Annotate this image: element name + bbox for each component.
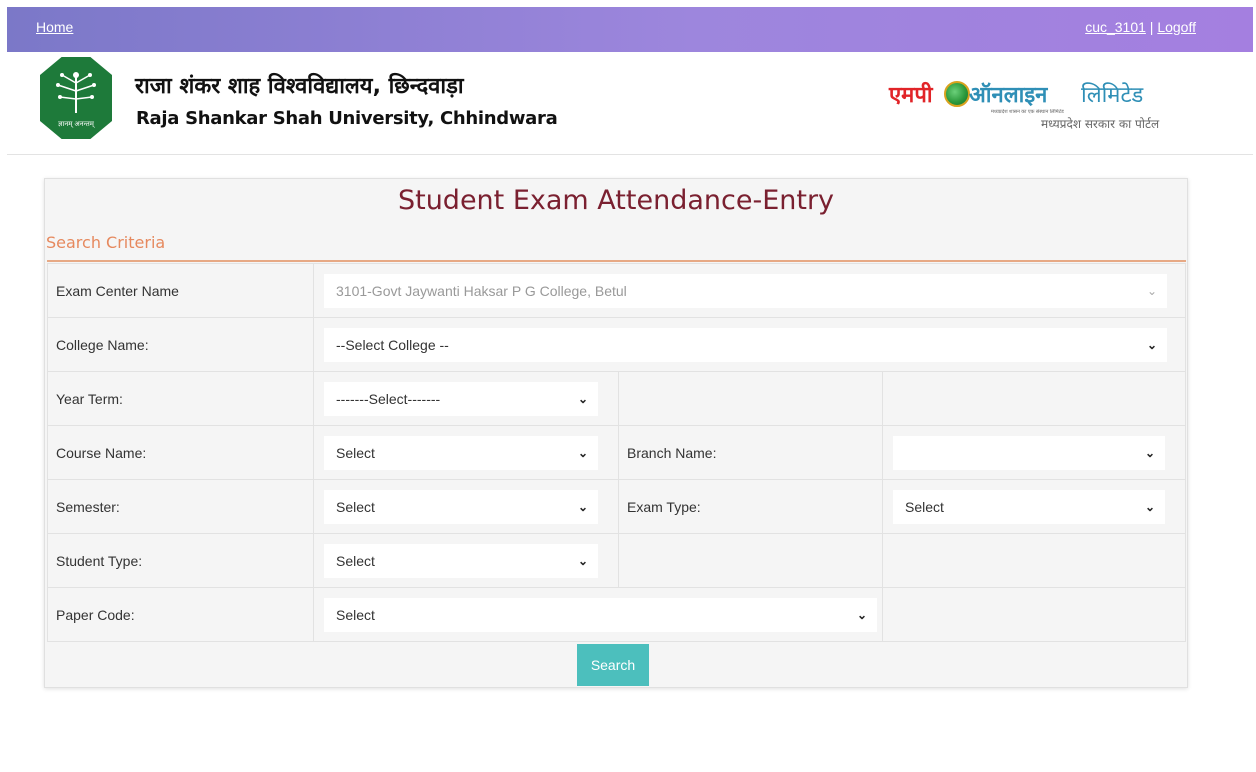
paper-code-row: Paper Code: Select ⌄ [47,587,1186,642]
student-type-value: Select [336,552,375,569]
mponline-logo: एमपी ऑनलाइन लिमिटेड मध्यप्रदेश शासन का ए… [871,77,1171,137]
branch-select[interactable]: ⌄ [893,435,1165,470]
mp-logo-portal: मध्यप्रदेश सरकार का पोर्टल [1041,117,1160,131]
university-name-hindi: राजा शंकर शाह विश्वविद्यालय, छिन्दवाड़ा [135,74,464,99]
empty-cell [882,587,1186,642]
chevron-down-icon: ⌄ [577,499,588,514]
home-link[interactable]: Home [36,19,73,35]
semester-row: Semester: Select ⌄ Exam Type: Select ⌄ [47,479,1186,534]
student-type-label: Student Type: [47,533,314,588]
globe-icon [944,81,970,107]
paper-code-value: Select [336,606,375,623]
year-term-value: -------Select------- [336,390,441,407]
page-title: Student Exam Attendance-Entry [397,185,835,216]
search-button[interactable]: Search [577,644,649,686]
logoff-link[interactable]: Logoff [1157,19,1196,35]
college-row: College Name: --Select College -- ⌄ [47,317,1186,372]
chevron-down-icon: ⌄ [856,607,867,622]
exam-center-row: Exam Center Name 3101-Govt Jaywanti Haks… [47,263,1186,318]
search-criteria-heading: Search Criteria [46,233,166,252]
course-label: Course Name: [47,425,314,480]
empty-cell [882,533,1186,588]
nav-separator: | [1149,19,1154,35]
header: ज्ञानम् अनन्तम् राजा शंकर शाह विश्वविद्य… [7,52,1253,155]
exam-center-value: 3101-Govt Jaywanti Haksar P G College, B… [336,282,627,299]
university-logo: ज्ञानम् अनन्तम् [40,57,112,139]
semester-select[interactable]: Select ⌄ [324,489,598,524]
empty-cell [618,533,883,588]
year-term-label: Year Term: [47,371,314,426]
chevron-down-icon: ⌄ [1144,445,1155,460]
college-select[interactable]: --Select College -- ⌄ [324,327,1167,362]
college-value: --Select College -- [336,336,449,353]
semester-value: Select [336,498,375,515]
tree-icon [56,72,96,113]
exam-center-select: 3101-Govt Jaywanti Haksar P G College, B… [324,273,1167,308]
college-label: College Name: [47,317,314,372]
year-term-row: Year Term: -------Select------- ⌄ [47,371,1186,426]
paper-code-label: Paper Code: [47,587,314,642]
student-type-row: Student Type: Select ⌄ [47,533,1186,588]
exam-type-label: Exam Type: [618,479,883,534]
branch-label: Branch Name: [618,425,883,480]
chevron-down-icon: ⌄ [1146,337,1157,352]
attendance-panel: Student Exam Attendance-Entry Search Cri… [44,178,1188,688]
criteria-divider [47,260,1186,262]
course-row: Course Name: Select ⌄ Branch Name: ⌄ [47,425,1186,480]
empty-cell [882,371,1186,426]
chevron-down-icon: ⌄ [577,391,588,406]
mp-logo-online: ऑनलाइन [969,83,1048,108]
user-link[interactable]: cuc_3101 [1085,19,1146,35]
chevron-down-icon: ⌄ [1146,283,1157,298]
course-value: Select [336,444,375,461]
chevron-down-icon: ⌄ [577,445,588,460]
logo-motto: ज्ञानम् अनन्तम् [58,121,94,128]
search-form: Exam Center Name 3101-Govt Jaywanti Haks… [47,263,1186,642]
semester-label: Semester: [47,479,314,534]
chevron-down-icon: ⌄ [1144,499,1155,514]
student-type-select[interactable]: Select ⌄ [324,543,598,578]
page: Home cuc_3101 | Logoff ज्ञानम् अनन्तम् र… [0,0,1256,772]
university-name-english: Raja Shankar Shah University, Chhindwara [136,108,558,129]
empty-cell [618,371,883,426]
course-select[interactable]: Select ⌄ [324,435,598,470]
exam-type-select[interactable]: Select ⌄ [893,489,1165,524]
mp-logo-limited: लिमिटेड [1081,83,1144,108]
paper-code-select[interactable]: Select ⌄ [324,597,877,632]
exam-type-value: Select [905,498,944,515]
chevron-down-icon: ⌄ [577,553,588,568]
exam-center-label: Exam Center Name [47,263,314,318]
user-area: cuc_3101 | Logoff [1085,19,1196,35]
top-nav-bar: Home cuc_3101 | Logoff [7,7,1253,52]
year-term-select[interactable]: -------Select------- ⌄ [324,381,598,416]
mp-logo-text: एमपी [889,83,933,108]
